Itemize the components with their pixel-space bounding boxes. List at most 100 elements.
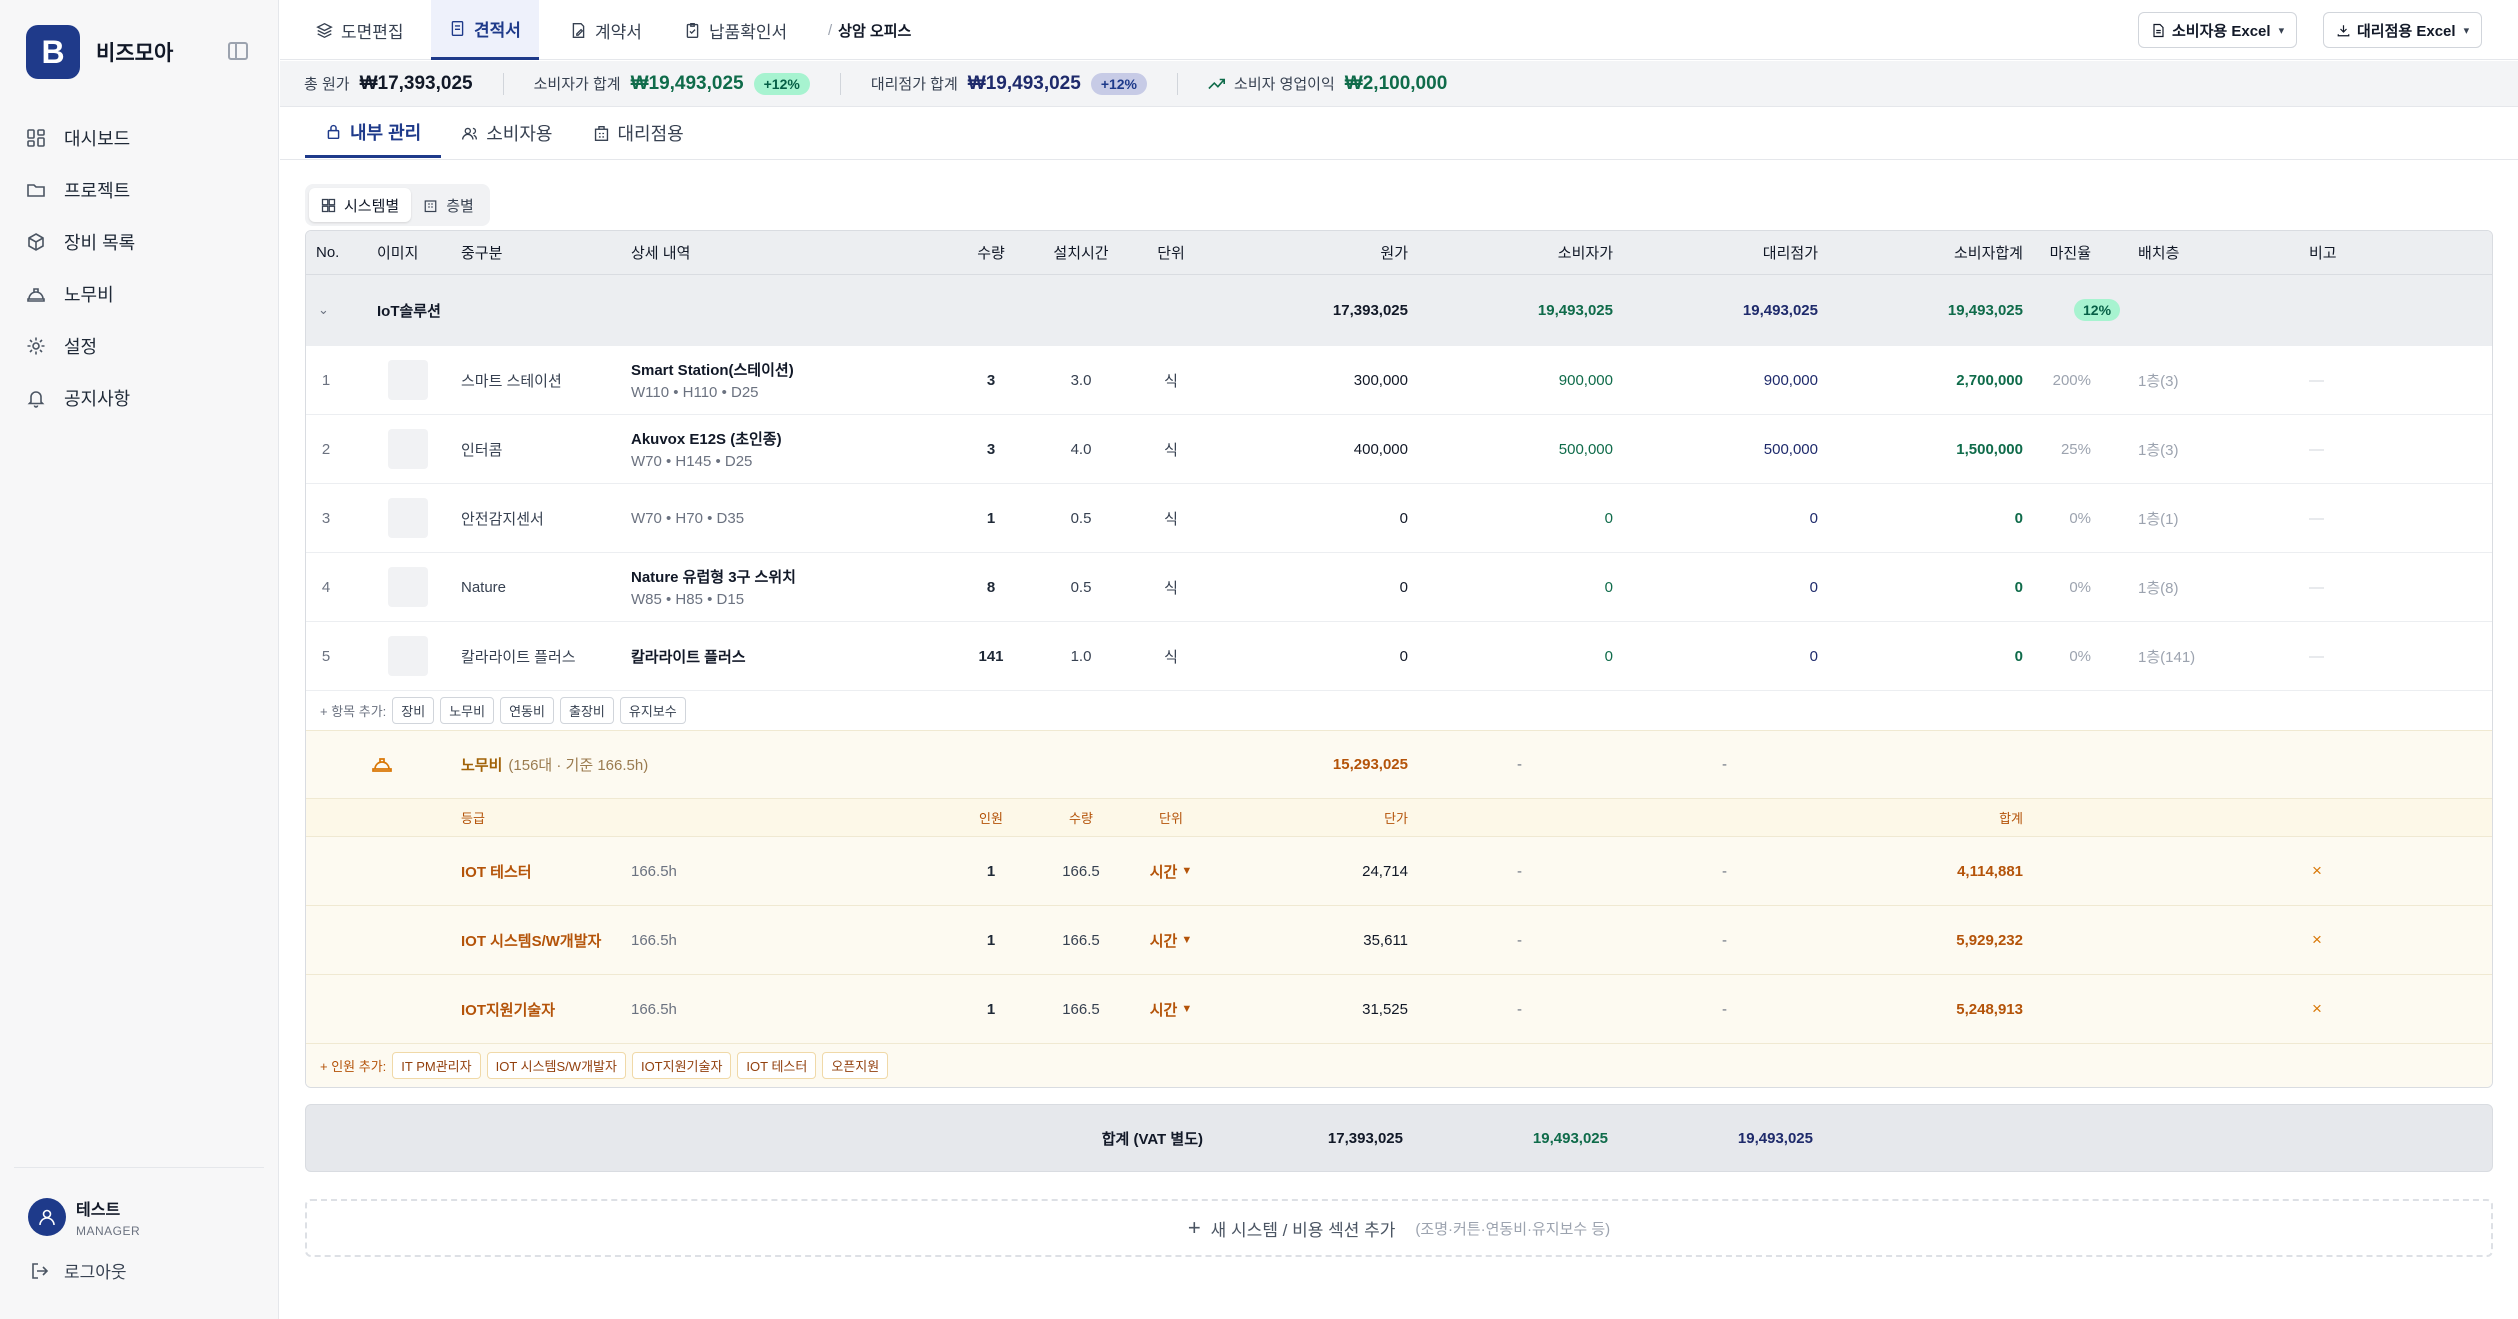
- labor-people[interactable]: 1: [966, 906, 1016, 974]
- row-qty[interactable]: 1: [966, 484, 1016, 552]
- labor-unit: 시간: [1149, 1001, 1178, 1019]
- toggle-by-system[interactable]: 시스템별: [309, 188, 412, 222]
- add-travel-chip[interactable]: 출장비: [559, 697, 614, 724]
- sidebar-item-labor[interactable]: 노무비: [26, 268, 256, 320]
- add-labor-chip[interactable]: 노무비: [440, 697, 495, 724]
- remove-icon[interactable]: ×: [2312, 906, 2322, 974]
- labor-row[interactable]: IOT 테스터 166.5h 1 166.5 시간 ▼ 24,714 - - 4,…: [306, 836, 2492, 905]
- table-row[interactable]: 2 인터콤 Akuvox E12S (초인종) W70 • H145 • D25…: [306, 414, 2492, 483]
- row-cost[interactable]: 0: [1306, 484, 1408, 552]
- tab-drawing-edit[interactable]: 도면편집: [298, 0, 422, 60]
- remove-icon[interactable]: ×: [2312, 975, 2322, 1043]
- add-equipment-chip[interactable]: 장비: [392, 697, 435, 724]
- row-dealer[interactable]: 900,000: [1706, 346, 1818, 414]
- row-note[interactable]: —: [2309, 346, 2324, 414]
- add-maintenance-chip[interactable]: 유지보수: [619, 697, 686, 724]
- row-note[interactable]: —: [2309, 484, 2324, 552]
- row-cost[interactable]: 300,000: [1306, 346, 1408, 414]
- labor-unit-select[interactable]: 시간 ▼: [1146, 906, 1196, 974]
- toggle-by-floor[interactable]: 층별: [411, 188, 486, 222]
- sidebar-item-projects[interactable]: 프로젝트: [26, 164, 256, 216]
- row-cost[interactable]: 0: [1306, 553, 1408, 621]
- row-qty[interactable]: 8: [966, 553, 1016, 621]
- row-consumer[interactable]: 0: [1506, 553, 1613, 621]
- row-qty[interactable]: 3: [966, 415, 1016, 483]
- row-time[interactable]: 1.0: [1046, 622, 1116, 690]
- labor-price[interactable]: 31,525: [1306, 975, 1408, 1043]
- row-dealer[interactable]: 500,000: [1706, 415, 1818, 483]
- labor-row[interactable]: IOT지원기술자 166.5h 1 166.5 시간 ▼ 31,525 - - 5…: [306, 974, 2492, 1043]
- labor-price[interactable]: 35,611: [1306, 906, 1408, 974]
- labor-qty[interactable]: 166.5: [1046, 837, 1116, 905]
- tab-dealer[interactable]: 대리점용: [573, 108, 704, 158]
- system-group-row[interactable]: ⌄ IoT솔루션 17,393,025 19,493,025 19,493,02…: [306, 275, 2492, 345]
- table-row[interactable]: 1 스마트 스테이션 Smart Station(스테이션) W110 • H1…: [306, 345, 2492, 414]
- row-time[interactable]: 0.5: [1046, 553, 1116, 621]
- row-image[interactable]: [388, 484, 428, 552]
- row-image[interactable]: [388, 553, 428, 621]
- sidebar-item-notices[interactable]: 공지사항: [26, 372, 256, 424]
- row-time[interactable]: 0.5: [1046, 484, 1116, 552]
- table-row[interactable]: 3 안전감지센서 W70 • H70 • D35 1 0.5 식 0 0 0 0…: [306, 483, 2492, 552]
- tab-estimate[interactable]: 견적서: [431, 0, 539, 60]
- table-row[interactable]: 4 Nature Nature 유럽형 3구 스위치 W85 • H85 • D…: [306, 552, 2492, 621]
- add-labor-chip[interactable]: 오픈지원: [822, 1052, 889, 1079]
- consumer-excel-button[interactable]: 소비자용 Excel ▾: [2138, 12, 2298, 48]
- row-note[interactable]: —: [2309, 622, 2324, 690]
- row-dealer[interactable]: 0: [1706, 484, 1818, 552]
- row-consumer[interactable]: 0: [1506, 484, 1613, 552]
- row-image[interactable]: [388, 346, 428, 414]
- image-placeholder: [388, 636, 428, 676]
- labor-people[interactable]: 1: [966, 975, 1016, 1043]
- user-profile[interactable]: 테스트 MANAGER: [28, 1196, 140, 1238]
- labor-people[interactable]: 1: [966, 837, 1016, 905]
- row-note[interactable]: —: [2309, 415, 2324, 483]
- row-image[interactable]: [388, 415, 428, 483]
- row-consumer[interactable]: 900,000: [1506, 346, 1613, 414]
- divider: [839, 72, 841, 95]
- row-qty[interactable]: 141: [966, 622, 1016, 690]
- row-dealer[interactable]: 0: [1706, 553, 1818, 621]
- tab-delivery[interactable]: 납품확인서: [666, 0, 805, 60]
- row-consumer[interactable]: 500,000: [1506, 415, 1613, 483]
- labor-unit-select[interactable]: 시간 ▼: [1146, 837, 1196, 905]
- sidebar-collapse-icon[interactable]: [228, 42, 248, 60]
- table-row[interactable]: 5 칼라라이트 플러스 칼라라이트 플러스 141 1.0 식 0 0 0 0 …: [306, 621, 2492, 690]
- row-unit: 식: [1164, 441, 1178, 459]
- labor-price[interactable]: 24,714: [1306, 837, 1408, 905]
- labor-qty[interactable]: 166.5: [1046, 975, 1116, 1043]
- row-cost[interactable]: 400,000: [1306, 415, 1408, 483]
- tab-internal[interactable]: 내부 관리: [305, 108, 442, 158]
- row-cost[interactable]: 0: [1306, 622, 1408, 690]
- add-integration-chip[interactable]: 연동비: [500, 697, 554, 724]
- sidebar-item-equipment[interactable]: 장비 목록: [26, 216, 256, 268]
- labor-section-header[interactable]: 노무비 (156대 · 기준 166.5h) 15,293,025 - -: [306, 730, 2492, 798]
- add-section-button[interactable]: + 새 시스템 / 비용 섹션 추가 (조명·커튼·연동비·유지보수 등): [305, 1199, 2493, 1257]
- row-note[interactable]: —: [2309, 553, 2324, 621]
- add-labor-chip[interactable]: IOT지원기술자: [631, 1052, 732, 1079]
- sidebar-item-settings[interactable]: 설정: [26, 320, 256, 372]
- row-detail: 칼라라이트 플러스: [631, 622, 746, 690]
- dealer-excel-button[interactable]: 대리점용 Excel ▾: [2323, 12, 2483, 48]
- row-time[interactable]: 4.0: [1046, 415, 1116, 483]
- remove-icon[interactable]: ×: [2312, 837, 2322, 905]
- row-qty[interactable]: 3: [966, 346, 1016, 414]
- row-dealer[interactable]: 0: [1706, 622, 1818, 690]
- tab-consumer[interactable]: 소비자용: [441, 108, 572, 158]
- add-labor-chip[interactable]: IT PM관리자: [392, 1052, 481, 1079]
- tab-contract[interactable]: 계약서: [552, 0, 660, 60]
- add-labor-chip[interactable]: IOT 테스터: [737, 1052, 817, 1079]
- layers-icon: [316, 22, 333, 38]
- labor-row[interactable]: IOT 시스템S/W개발자 166.5h 1 166.5 시간 ▼ 35,611 …: [306, 905, 2492, 974]
- logout-button[interactable]: 로그아웃: [30, 1258, 127, 1283]
- sidebar-item-dashboard[interactable]: 대시보드: [26, 112, 256, 164]
- chevron-down-icon[interactable]: ⌄: [318, 275, 329, 345]
- row-time[interactable]: 3.0: [1046, 346, 1116, 414]
- labor-qty[interactable]: 166.5: [1046, 906, 1116, 974]
- row-image[interactable]: [388, 622, 428, 690]
- add-labor-chip[interactable]: IOT 시스템S/W개발자: [486, 1052, 626, 1079]
- row-consumer[interactable]: 0: [1506, 622, 1613, 690]
- labor-unit-select[interactable]: 시간 ▼: [1146, 975, 1196, 1043]
- row-unit: 식: [1164, 648, 1178, 666]
- brand[interactable]: B 비즈모아: [26, 25, 173, 79]
